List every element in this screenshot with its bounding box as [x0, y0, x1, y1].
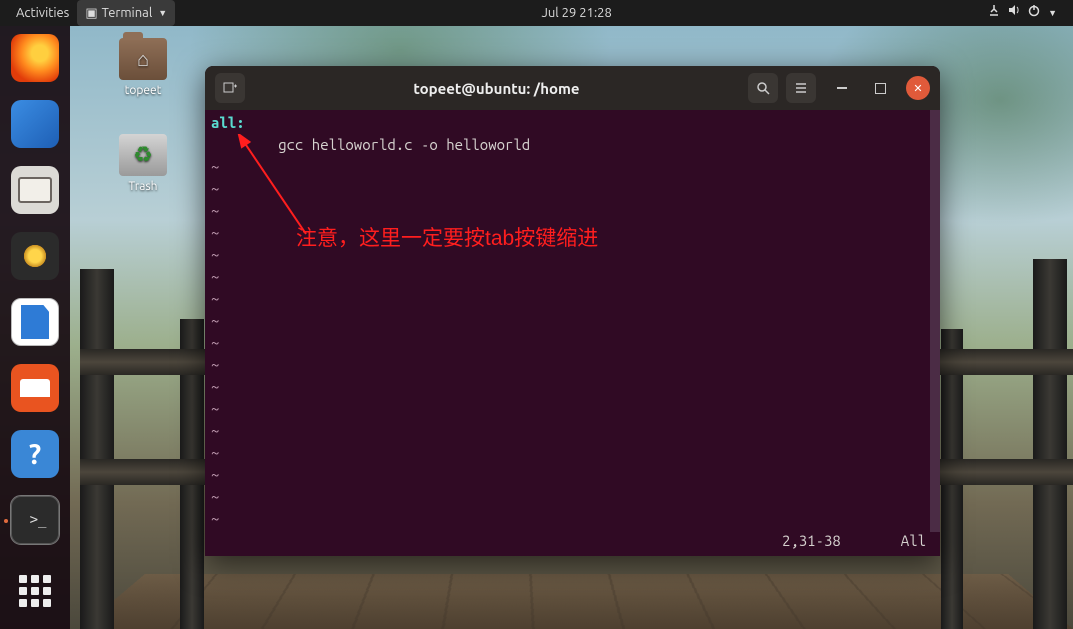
vim-tilde: ~ [211, 288, 934, 310]
vim-cursor-pos: 2,31-38 [782, 530, 841, 552]
dock-help[interactable] [11, 430, 59, 478]
hamburger-menu-button[interactable] [786, 73, 816, 103]
desktop-home-folder[interactable]: topeet [108, 38, 178, 97]
new-tab-button[interactable] [215, 73, 245, 103]
top-panel: Activities ▣ Terminal ▼ Jul 29 21:28 ▼ [0, 0, 1073, 26]
terminal-icon: ▣ [85, 0, 97, 26]
makefile-target: all: [211, 114, 245, 131]
dock-show-applications[interactable] [11, 567, 59, 615]
makefile-command: gcc helloworld.c -o helloworld [211, 134, 934, 156]
dock-firefox[interactable] [11, 34, 59, 82]
vim-tilde: ~ [211, 200, 934, 222]
desktop-trash[interactable]: Trash [108, 134, 178, 193]
vim-tilde: ~ [211, 442, 934, 464]
window-minimize-button[interactable] [830, 76, 854, 100]
chevron-down-icon: ▼ [158, 0, 167, 26]
window-close-button[interactable] [906, 76, 930, 100]
dock-thunderbird[interactable] [11, 100, 59, 148]
vim-tilde: ~ [211, 156, 934, 178]
vim-tilde: ~ [211, 376, 934, 398]
trash-icon [119, 134, 167, 176]
terminal-scrollbar[interactable] [930, 110, 940, 532]
terminal-window: topeet@ubuntu: /home all: gcc helloworld… [205, 66, 940, 556]
vim-status-line: 2,31-38 All [219, 530, 926, 552]
vim-tilde: ~ [211, 486, 934, 508]
vim-tilde: ~ [211, 398, 934, 420]
vim-tilde: ~ [211, 178, 934, 200]
vim-tilde: ~ [211, 420, 934, 442]
vim-scroll-pos: All [901, 530, 926, 552]
clock[interactable]: Jul 29 21:28 [533, 0, 619, 26]
dock-libreoffice-writer[interactable] [11, 298, 59, 346]
vim-tilde: ~ [211, 332, 934, 354]
vim-tilde: ~ [211, 266, 934, 288]
vim-tilde: ~ [211, 354, 934, 376]
dock-ubuntu-software[interactable] [11, 364, 59, 412]
folder-home-icon [119, 38, 167, 80]
apps-grid-icon [19, 575, 51, 607]
chevron-down-icon: ▼ [1048, 0, 1057, 26]
power-icon [1026, 0, 1042, 26]
network-icon [986, 0, 1002, 26]
search-button[interactable] [748, 73, 778, 103]
activities-button[interactable]: Activities [8, 0, 77, 26]
dock-rhythmbox[interactable] [11, 232, 59, 280]
terminal-titlebar[interactable]: topeet@ubuntu: /home [205, 66, 940, 110]
vim-tilde: ~ [211, 464, 934, 486]
dock-terminal[interactable] [11, 496, 59, 544]
app-menu[interactable]: ▣ Terminal ▼ [77, 0, 175, 26]
vim-tilde: ~ [211, 310, 934, 332]
dock-files[interactable] [11, 166, 59, 214]
volume-icon [1006, 0, 1022, 26]
dock [0, 26, 70, 629]
terminal-title: topeet@ubuntu: /home [253, 80, 740, 97]
system-indicators[interactable]: ▼ [978, 0, 1065, 26]
window-maximize-button[interactable] [868, 76, 892, 100]
desktop-icon-label: topeet [108, 84, 178, 97]
desktop-icon-label: Trash [108, 180, 178, 193]
vim-tilde: ~ [211, 508, 934, 530]
app-menu-label: Terminal [102, 0, 153, 26]
annotation-text: 注意，这里一定要按tab按键缩进 [296, 222, 598, 252]
terminal-viewport[interactable]: all: gcc helloworld.c -o helloworld ~ ~ … [205, 110, 940, 556]
